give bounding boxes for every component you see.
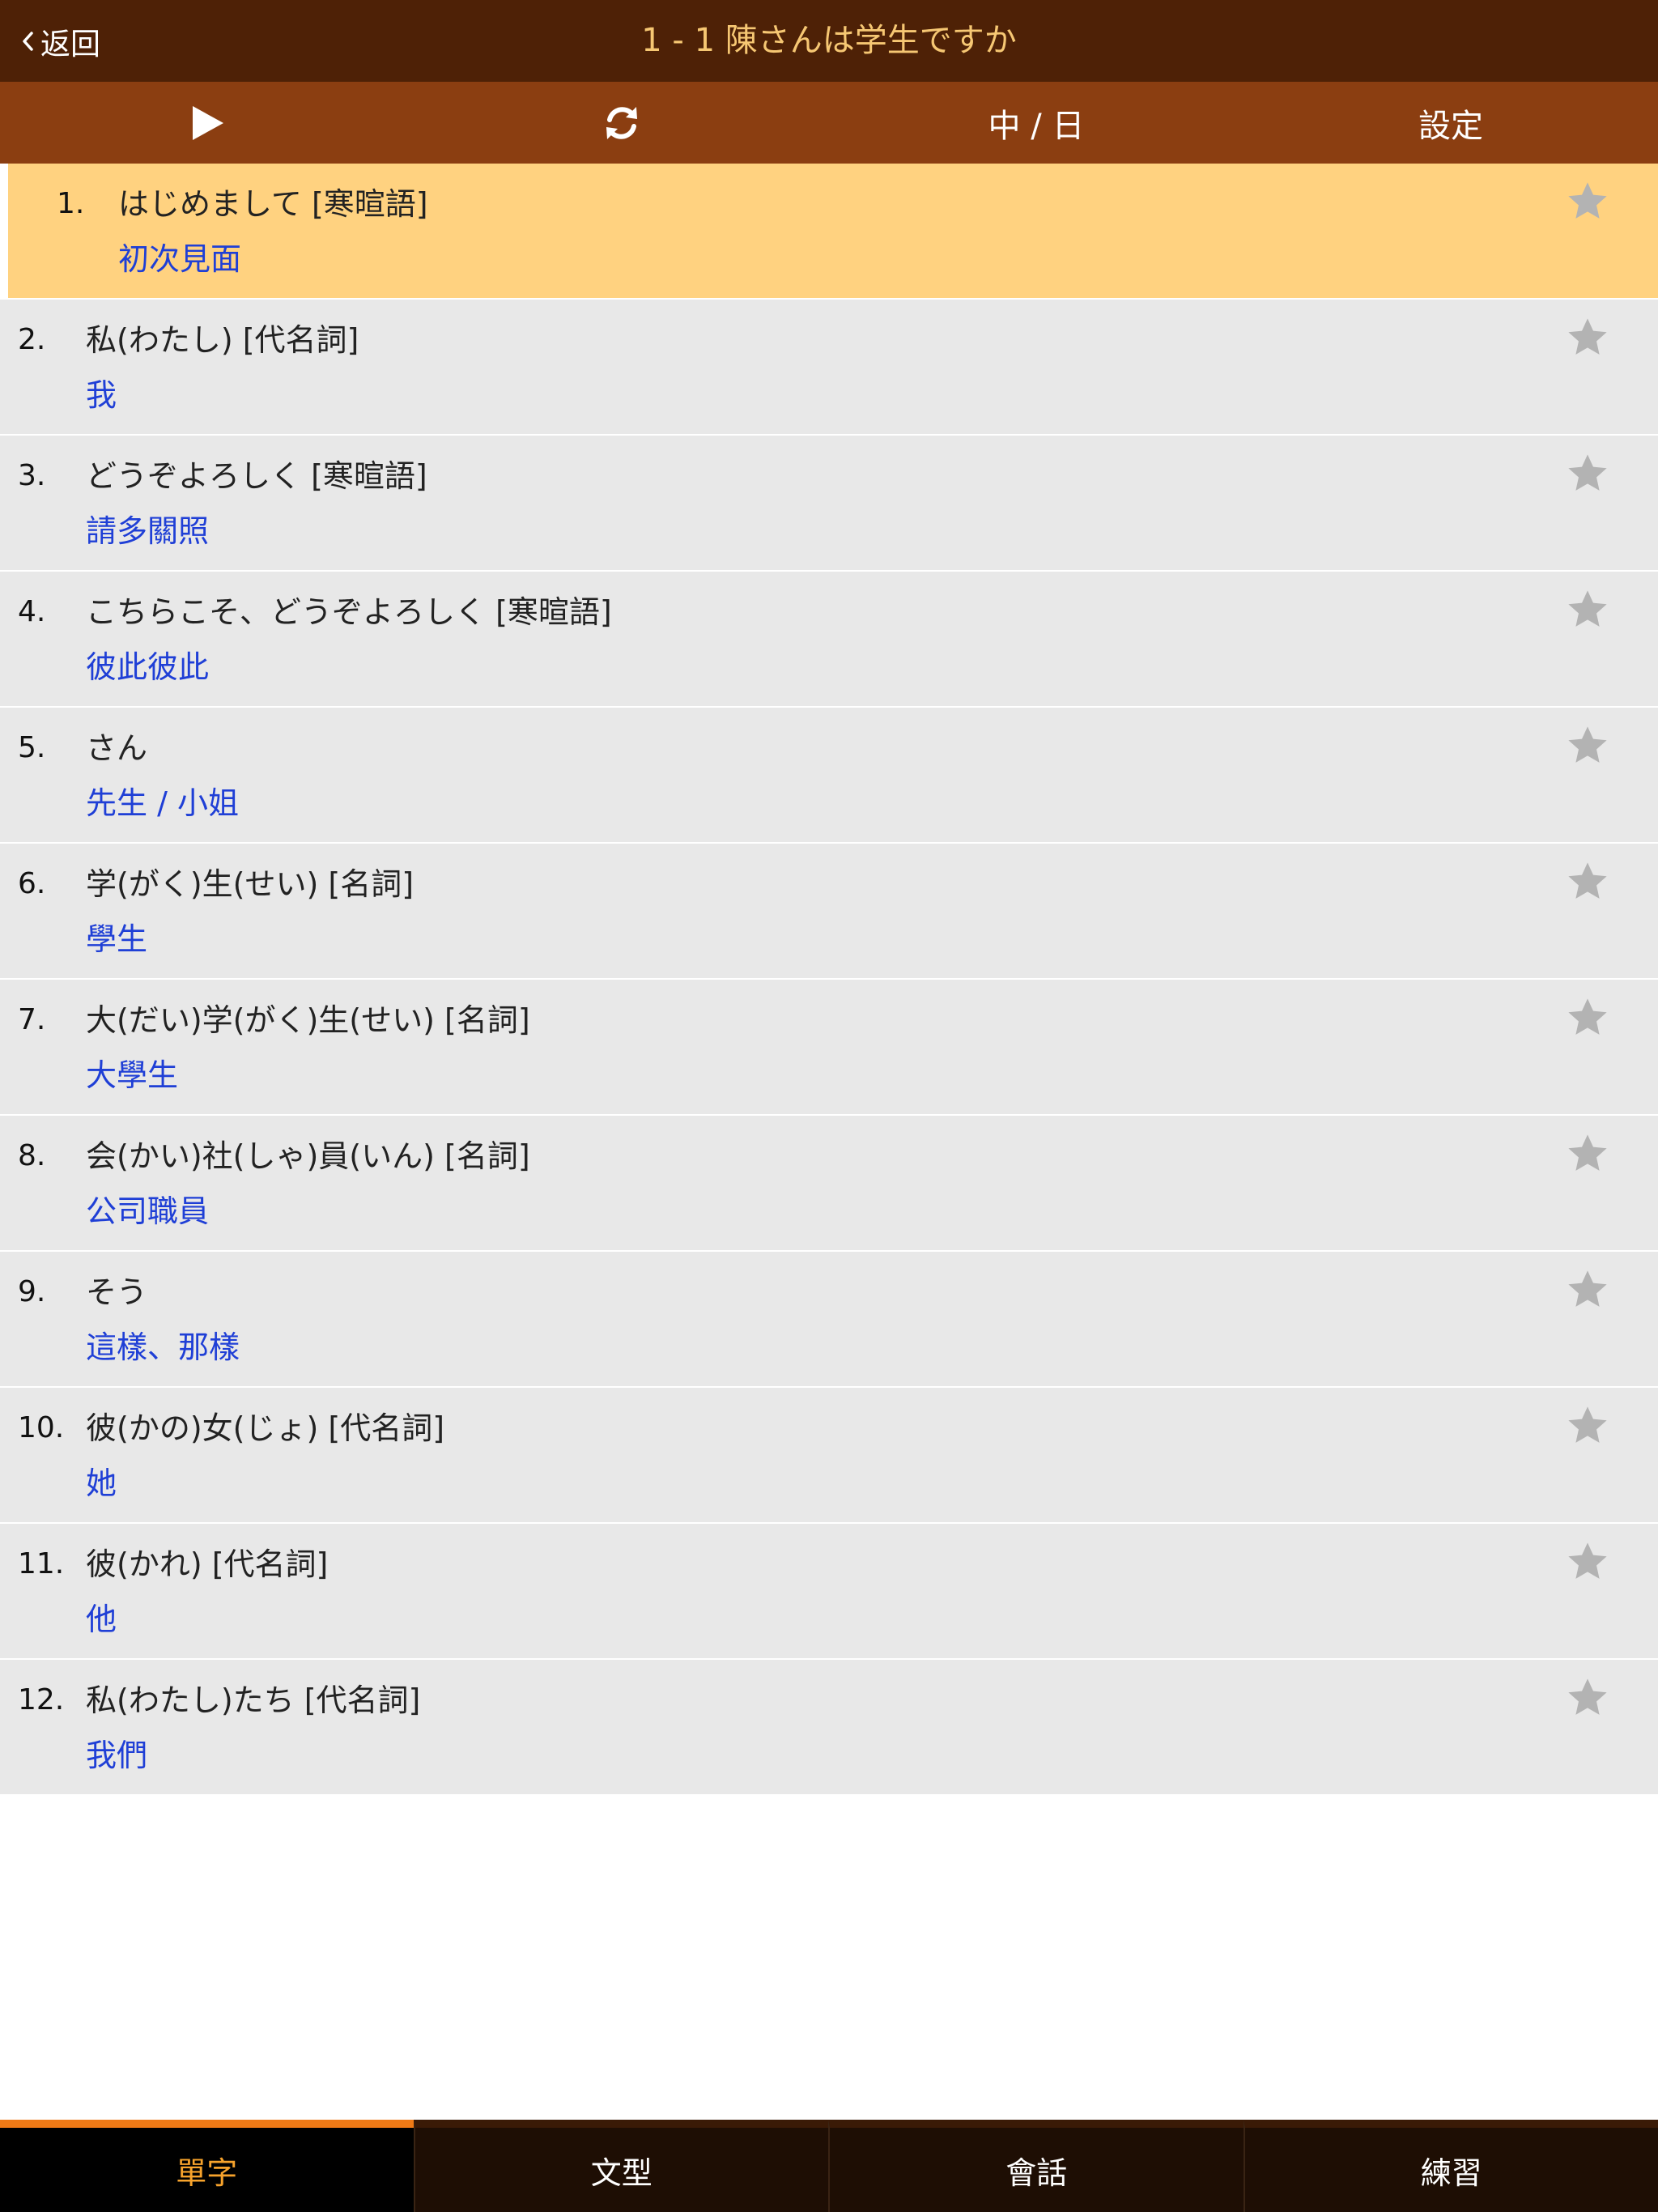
list-item[interactable]: 11. 彼(かれ) [代名詞] 他 <box>0 1524 1658 1660</box>
japanese-word: そう <box>86 1274 148 1310</box>
item-number: 6. <box>18 867 46 900</box>
chinese-meaning: 公司職員 <box>86 1193 210 1229</box>
chinese-meaning: 初次見面 <box>118 241 242 277</box>
language-toggle-button[interactable]: 中 / 日 <box>829 82 1244 164</box>
item-number: 12. <box>18 1683 65 1716</box>
japanese-word: 大(だい)学(がく)生(せい) [名詞] <box>86 1002 530 1038</box>
app: 返回 1 - 1 陳さんは学生ですか 中 / 日 設定 1. はじめまして [寒暄… <box>0 0 1658 2212</box>
star-icon[interactable] <box>1566 588 1609 632</box>
japanese-word: 彼(かれ) [代名詞] <box>86 1546 329 1582</box>
item-number: 8. <box>18 1139 46 1172</box>
list-item[interactable]: 4. こちらこそ、どうぞよろしく [寒暄語] 彼此彼此 <box>0 572 1658 708</box>
item-number: 10. <box>18 1411 65 1444</box>
star-icon[interactable] <box>1566 724 1609 768</box>
star-icon[interactable] <box>1566 1676 1609 1720</box>
japanese-word: こちらこそ、どうぞよろしく [寒暄語] <box>86 594 612 630</box>
chinese-meaning: 請多關照 <box>86 513 210 549</box>
star-icon[interactable] <box>1566 1404 1609 1448</box>
item-number: 4. <box>18 595 46 628</box>
chinese-meaning: 我們 <box>86 1738 148 1773</box>
tab-bar: 單字 文型 會話 練習 <box>0 2120 1658 2212</box>
chinese-meaning: 學生 <box>86 921 148 957</box>
chinese-meaning: 她 <box>86 1465 117 1501</box>
item-number: 7. <box>18 1003 46 1036</box>
refresh-icon <box>606 106 637 139</box>
japanese-word: 彼(かの)女(じょ) [代名詞] <box>86 1410 445 1446</box>
item-number: 9. <box>18 1275 46 1308</box>
list-item[interactable]: 3. どうぞよろしく [寒暄語] 請多關照 <box>0 436 1658 572</box>
star-icon[interactable] <box>1566 1540 1609 1584</box>
play-button[interactable] <box>0 82 414 164</box>
list-item[interactable]: 10. 彼(かの)女(じょ) [代名詞] 她 <box>0 1388 1658 1524</box>
star-icon[interactable] <box>1566 860 1609 904</box>
japanese-word: どうぞよろしく [寒暄語] <box>86 458 427 494</box>
list-item[interactable]: 7. 大(だい)学(がく)生(せい) [名詞] 大學生 <box>0 980 1658 1116</box>
back-button[interactable]: 返回 <box>21 0 100 82</box>
item-number: 5. <box>18 731 46 764</box>
chinese-meaning: 先生 / 小姐 <box>86 785 239 821</box>
list-item[interactable]: 6. 学(がく)生(せい) [名詞] 學生 <box>0 844 1658 980</box>
settings-button[interactable]: 設定 <box>1244 82 1658 164</box>
star-icon[interactable] <box>1566 1132 1609 1176</box>
japanese-word: はじめまして [寒暄語] <box>118 186 428 222</box>
toolbar: 中 / 日 設定 <box>0 82 1658 164</box>
chinese-meaning: 我 <box>86 377 117 413</box>
tab-1[interactable]: 單字 <box>0 2120 414 2212</box>
item-number: 2. <box>18 323 46 356</box>
refresh-button[interactable] <box>414 82 829 164</box>
chinese-meaning: 大學生 <box>86 1057 179 1093</box>
item-number: 3. <box>18 459 46 492</box>
chevron-left-icon <box>23 31 33 51</box>
star-icon[interactable] <box>1566 180 1609 223</box>
star-icon[interactable] <box>1566 452 1609 496</box>
japanese-word: さん <box>86 730 148 766</box>
tab-2[interactable]: 文型 <box>413 2120 828 2212</box>
list-item[interactable]: 12. 私(わたし)たち [代名詞] 我們 <box>0 1660 1658 1796</box>
list-item[interactable]: 8. 会(かい)社(しゃ)員(いん) [名詞] 公司職員 <box>0 1116 1658 1252</box>
japanese-word: 私(わたし)たち [代名詞] <box>86 1682 421 1718</box>
play-icon <box>193 105 223 140</box>
page-title: 1 - 1 陳さんは学生ですか <box>641 22 1017 59</box>
list-item[interactable]: 9. そう這樣、那樣 <box>0 1252 1658 1388</box>
navbar: 返回 1 - 1 陳さんは学生ですか <box>0 0 1658 82</box>
japanese-word: 会(かい)社(しゃ)員(いん) [名詞] <box>86 1138 530 1174</box>
japanese-word: 学(がく)生(せい) [名詞] <box>86 866 414 902</box>
word-list: 1. はじめまして [寒暄語] 初次見面 2. 私(わたし) [代名詞] 我 3. どうぞよろ… <box>0 164 1658 1796</box>
chinese-meaning: 這樣、那樣 <box>86 1329 240 1365</box>
tab-4[interactable]: 練習 <box>1243 2120 1658 2212</box>
japanese-word: 私(わたし) [代名詞] <box>86 322 359 358</box>
star-icon[interactable] <box>1566 1268 1609 1312</box>
list-item[interactable]: 2. 私(わたし) [代名詞] 我 <box>0 300 1658 436</box>
back-label: 返回 <box>40 26 100 62</box>
item-number: 11. <box>18 1547 65 1580</box>
list-item[interactable]: 5. さん先生 / 小姐 <box>0 708 1658 844</box>
chinese-meaning: 他 <box>86 1602 117 1637</box>
chinese-meaning: 彼此彼此 <box>86 649 210 685</box>
star-icon[interactable] <box>1566 316 1609 359</box>
item-number: 1. <box>57 187 85 220</box>
list-item[interactable]: 1. はじめまして [寒暄語] 初次見面 <box>0 164 1658 300</box>
star-icon[interactable] <box>1566 996 1609 1040</box>
tab-3[interactable]: 會話 <box>828 2120 1244 2212</box>
